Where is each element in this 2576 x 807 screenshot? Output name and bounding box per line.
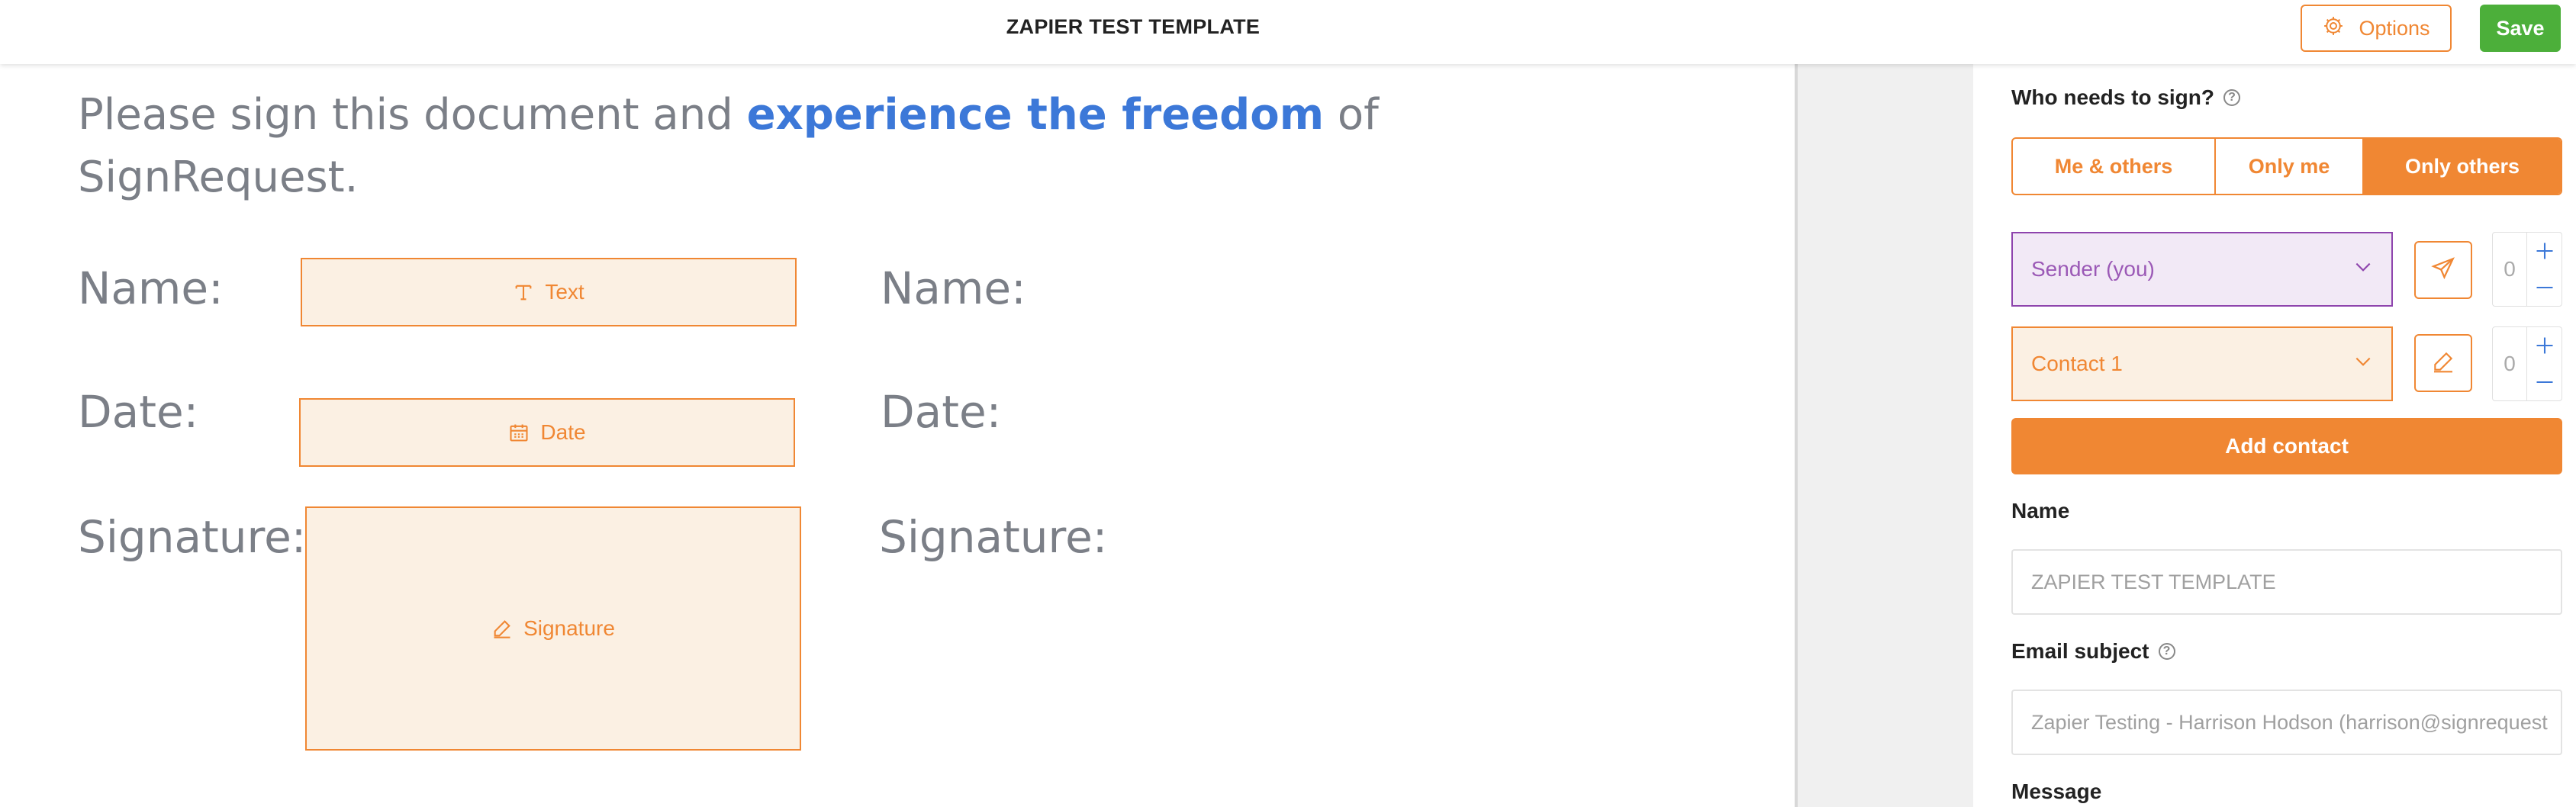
headline-text-pre: Please sign this document and <box>78 90 747 140</box>
options-button[interactable]: Options <box>2301 5 2452 52</box>
name-label-text: Name <box>2011 499 2070 522</box>
email-subject-label: Email subject ? <box>2011 639 2175 664</box>
signer-select-sender[interactable]: Sender (you) <box>2011 232 2393 307</box>
sign-role-button[interactable] <box>2414 334 2472 392</box>
text-field[interactable]: Text <box>301 258 797 326</box>
document-title: ZAPIER TEST TEMPLATE <box>1006 15 1261 38</box>
email-subject-input[interactable]: Zapier Testing - Harrison Hodson (harris… <box>2011 690 2562 755</box>
option-only-me[interactable]: Only me <box>2216 139 2364 194</box>
calendar-icon <box>508 422 530 443</box>
contact-order-stepper: 0 <box>2492 326 2562 401</box>
right-date-label: Date: <box>881 386 1002 438</box>
minus-icon[interactable] <box>2527 364 2562 400</box>
pen-icon <box>2431 349 2455 378</box>
top-bar: ZAPIER TEST TEMPLATE Options Save <box>0 0 2576 64</box>
message-label-text: Message <box>2011 780 2102 803</box>
plus-icon[interactable] <box>2527 327 2562 364</box>
canvas-gutter <box>1798 64 1973 807</box>
name-input[interactable]: ZAPIER TEST TEMPLATE <box>2011 549 2562 615</box>
send-icon <box>2430 256 2456 285</box>
right-signature-label: Signature: <box>879 511 1108 563</box>
gear-icon <box>2322 14 2345 43</box>
sender-order-value: 0 <box>2493 233 2527 306</box>
signature-field-label: Signature <box>523 616 615 640</box>
headline-accent: experience the freedom <box>746 90 1325 140</box>
text-field-label: Text <box>545 280 584 304</box>
help-icon[interactable]: ? <box>2158 643 2175 660</box>
right-name-label: Name: <box>881 262 1026 314</box>
send-button[interactable] <box>2414 241 2472 299</box>
document-headline: Please sign this document and experience… <box>78 84 1451 209</box>
date-field[interactable]: Date <box>299 398 795 467</box>
left-date-label: Date: <box>78 386 199 438</box>
sender-order-stepper: 0 <box>2492 232 2562 307</box>
left-name-label: Name: <box>78 262 224 314</box>
option-me-and-others[interactable]: Me & others <box>2013 139 2216 194</box>
signer-mode-toggle: Me & others Only me Only others <box>2011 137 2562 195</box>
chevron-down-icon <box>2353 352 2373 377</box>
minus-icon[interactable] <box>2527 269 2562 306</box>
signer-select-label: Sender (you) <box>2031 257 2155 281</box>
name-label: Name <box>2011 499 2069 523</box>
chevron-down-icon <box>2353 257 2373 282</box>
signature-field[interactable]: Signature <box>305 506 801 751</box>
date-field-label: Date <box>540 420 586 444</box>
plus-icon[interactable] <box>2527 233 2562 269</box>
contact-order-value: 0 <box>2493 327 2527 400</box>
who-needs-to-sign-text: Who needs to sign? <box>2011 85 2214 109</box>
left-signature-label: Signature: <box>78 511 307 563</box>
add-contact-button[interactable]: Add contact <box>2011 418 2562 474</box>
who-needs-to-sign-label: Who needs to sign? ? <box>2011 85 2240 110</box>
text-icon <box>513 281 534 303</box>
option-only-others[interactable]: Only others <box>2364 139 2561 194</box>
save-button[interactable]: Save <box>2480 5 2561 52</box>
signer-select-label: Contact 1 <box>2031 352 2123 375</box>
pen-icon <box>491 618 513 639</box>
signer-select-contact[interactable]: Contact 1 <box>2011 326 2393 401</box>
options-label: Options <box>2359 16 2430 40</box>
message-label: Message <box>2011 780 2101 804</box>
help-icon[interactable]: ? <box>2223 89 2240 106</box>
email-subject-text: Email subject <box>2011 639 2149 663</box>
